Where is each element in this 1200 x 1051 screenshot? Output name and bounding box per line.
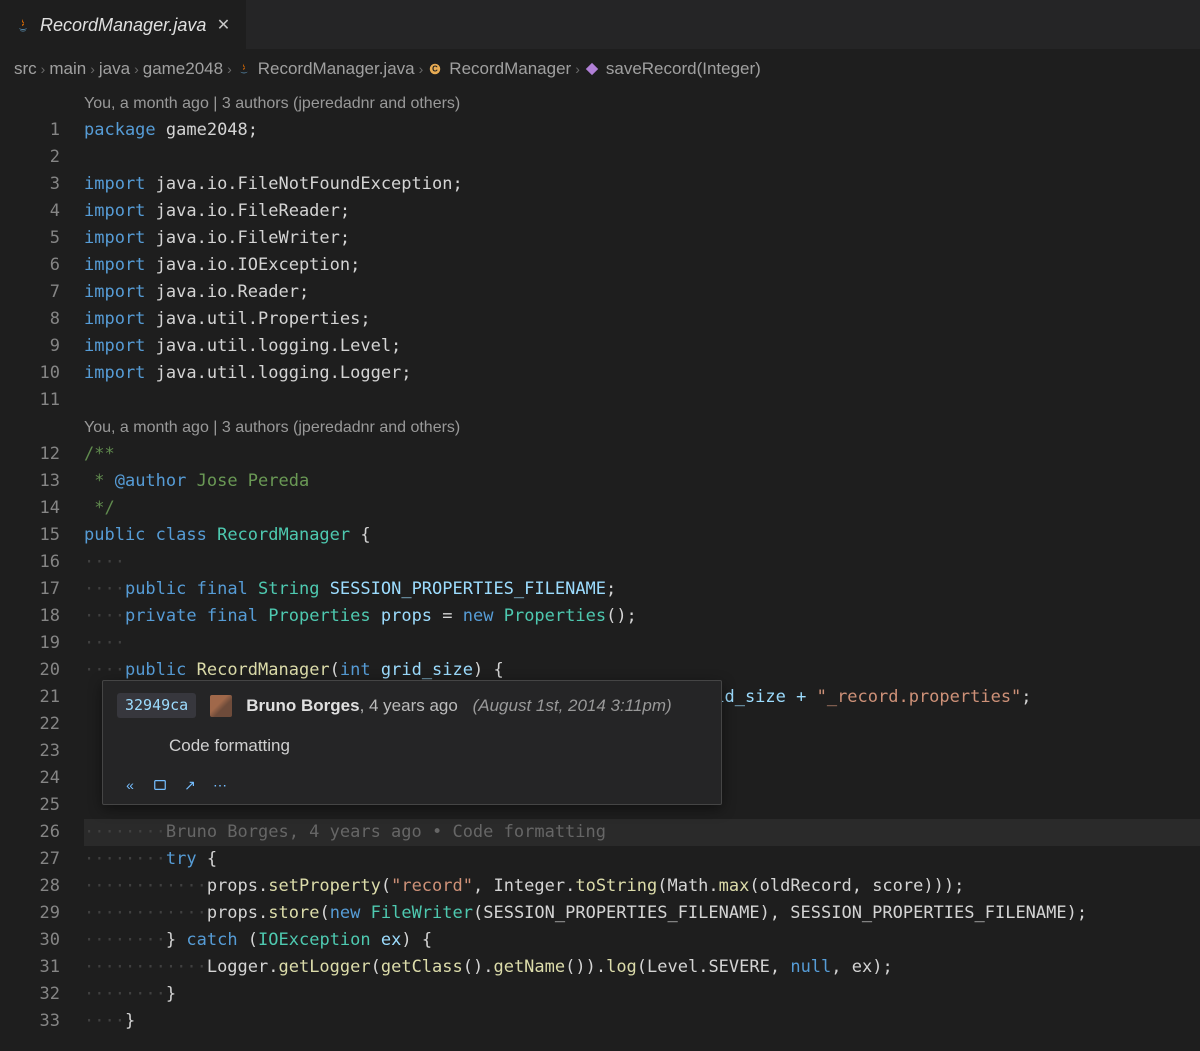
breadcrumb-item[interactable]: main: [49, 59, 86, 79]
commit-date: (August 1st, 2014 3:11pm): [473, 696, 672, 715]
breadcrumb-item[interactable]: src: [14, 59, 37, 79]
commit-message: Code formatting: [117, 718, 707, 774]
file-tab[interactable]: RecordManager.java ✕: [0, 0, 246, 49]
inline-blame[interactable]: Bruno Borges, 4 years ago • Code formatt…: [166, 822, 606, 842]
commit-author: Bruno Borges: [246, 696, 359, 715]
breadcrumb-item[interactable]: RecordManager.java: [258, 59, 415, 79]
blame-actions: « ↗ ⋯: [117, 774, 707, 796]
breadcrumb-item[interactable]: java: [99, 59, 130, 79]
open-external-icon[interactable]: ↗: [177, 774, 203, 796]
more-icon[interactable]: ⋯: [207, 774, 233, 796]
open-commit-icon[interactable]: [147, 774, 173, 796]
git-blame-hover: 32949ca Bruno Borges, 4 years ago (Augus…: [102, 680, 722, 805]
commit-sha[interactable]: 32949ca: [117, 693, 196, 718]
method-icon: [584, 61, 600, 77]
tab-bar: RecordManager.java ✕: [0, 0, 1200, 50]
codelens-authors[interactable]: You, a month ago | 3 authors (jperedadnr…: [84, 414, 1200, 441]
code-lines[interactable]: You, a month ago | 3 authors (jperedadnr…: [84, 90, 1200, 1035]
code-editor[interactable]: 1 2 3 4 5 6 7 8 9 10 11 12 13 14 15 16 1…: [0, 88, 1200, 1035]
file-tab-label: RecordManager.java: [40, 15, 206, 36]
codelens-authors[interactable]: You, a month ago | 3 authors (jperedadnr…: [84, 90, 1200, 117]
breadcrumb-item[interactable]: RecordManager: [449, 59, 571, 79]
java-file-icon: [236, 61, 252, 77]
breadcrumb-item[interactable]: game2048: [143, 59, 223, 79]
java-file-icon: [14, 16, 32, 34]
line-number-gutter: 1 2 3 4 5 6 7 8 9 10 11 12 13 14 15 16 1…: [0, 90, 84, 1035]
close-icon[interactable]: ✕: [214, 16, 232, 34]
avatar: [210, 695, 232, 717]
breadcrumb-item[interactable]: saveRecord(Integer): [606, 59, 761, 79]
svg-text:C: C: [432, 65, 438, 74]
class-icon: C: [427, 61, 443, 77]
breadcrumb[interactable]: src› main› java› game2048› RecordManager…: [0, 50, 1200, 88]
prev-change-icon[interactable]: «: [117, 774, 143, 796]
